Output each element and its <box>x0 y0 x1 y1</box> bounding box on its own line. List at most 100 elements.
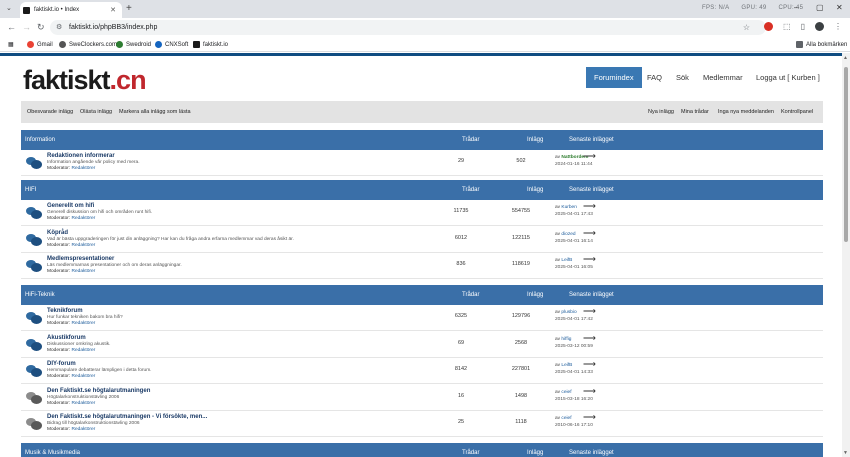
goto-last-post-arrow-icon[interactable]: ⟶ <box>583 201 596 212</box>
forward-arrow-icon[interactable]: → <box>22 22 31 32</box>
moderator-link[interactable]: Redaktörer <box>72 243 96 248</box>
bookmark-swedroid[interactable]: Swedroid <box>116 41 151 48</box>
link-control-panel[interactable]: Kontrollpanel <box>781 109 813 115</box>
forum-topic-count: 16 <box>457 392 465 399</box>
bookmark-cnxsoft[interactable]: CNXSoft <box>155 41 188 48</box>
last-post-user-link[interactable]: hiffig <box>561 337 571 342</box>
link-unanswered[interactable]: Obesvarade inlägg <box>27 109 73 115</box>
window-close-icon[interactable]: ✕ <box>836 3 843 12</box>
browser-menu-icon[interactable]: ⋮ <box>834 22 842 31</box>
forum-title-link[interactable]: Akustikforum <box>47 335 86 341</box>
last-post-date: 2015-03-18 16:20 <box>555 396 593 402</box>
site-header: faktiskt.cn Forumindex FAQ Sök Medlemmar… <box>21 56 823 102</box>
nav-members[interactable]: Medlemmar <box>703 67 743 88</box>
forum-description: Bidrag till högtalarkonstruktionstävling… <box>47 421 140 426</box>
goto-last-post-arrow-icon[interactable]: ⟶ <box>583 412 596 423</box>
forum-title-link[interactable]: Den Faktiskt.se högtalarutmaningen <box>47 388 150 394</box>
tab-close-icon[interactable]: ✕ <box>110 6 116 14</box>
tab-search-chevron-icon[interactable]: ⌄ <box>6 4 12 12</box>
bookmark-sweclockers[interactable]: SweClockers.com <box>59 41 117 48</box>
scroll-down-icon[interactable]: ▼ <box>843 450 848 456</box>
goto-last-post-arrow-icon[interactable]: ⟶ <box>583 254 596 265</box>
forum-title-link[interactable]: Redaktionen informerar <box>47 153 115 159</box>
moderator-link[interactable]: Redaktörer <box>72 166 96 171</box>
new-tab-plus-icon[interactable]: + <box>126 3 132 14</box>
col-posts-header: Inlägg <box>527 450 544 456</box>
reload-icon[interactable]: ↻ <box>37 22 45 33</box>
link-my-topics[interactable]: Mina trådar <box>681 109 709 115</box>
scroll-up-icon[interactable]: ▲ <box>843 55 848 61</box>
goto-last-post-arrow-icon[interactable]: ⟶ <box>583 151 596 162</box>
category-name[interactable]: Information <box>25 137 55 143</box>
moderator-link[interactable]: Redaktörer <box>72 269 96 274</box>
link-no-new-messages[interactable]: Inga nya meddelanden <box>718 109 774 115</box>
extensions-puzzle-icon[interactable]: ⬚ <box>783 22 791 31</box>
site-settings-icon[interactable]: ⚙ <box>56 20 62 35</box>
moderator-link[interactable]: Redaktörer <box>72 374 96 379</box>
moderator-link[interactable]: Redaktörer <box>72 427 96 432</box>
last-post-user-link[interactable]: LeifB <box>561 363 572 368</box>
nav-forumindex[interactable]: Forumindex <box>586 67 642 88</box>
bookmark-label: Swedroid <box>126 41 152 48</box>
last-post-user-link[interactable]: plusbio <box>561 310 576 315</box>
last-post-user-link[interactable]: LeifB <box>561 258 572 263</box>
forum-moderator: Moderator: Redaktörer <box>47 374 95 379</box>
last-post-user-link[interactable]: Kurben <box>561 205 576 210</box>
browser-tab-active[interactable]: faktiskt.io • Index ✕ <box>20 2 122 18</box>
link-new-posts[interactable]: Nya inlägg <box>648 109 674 115</box>
sidebar-panel-icon[interactable]: ▯ <box>801 22 805 31</box>
site-logo[interactable]: faktiskt.cn <box>23 65 147 96</box>
moderator-link[interactable]: Redaktörer <box>72 216 96 221</box>
forum-row: DIY-forum Hemmapulare debatterar lämplige… <box>21 358 823 384</box>
moderator-label: Moderator: <box>47 427 71 432</box>
last-post-by: av <box>555 416 561 421</box>
forum-moderator: Moderator: Redaktörer <box>47 243 95 248</box>
bookmark-star-icon[interactable]: ☆ <box>743 20 750 35</box>
apps-grid-icon[interactable]: ▦ <box>8 41 14 48</box>
nav-logout[interactable]: Logga ut [ Kurben ] <box>756 67 820 88</box>
goto-last-post-arrow-icon[interactable]: ⟶ <box>583 228 596 239</box>
category-name[interactable]: HIFI <box>25 187 36 193</box>
page-scrollbar[interactable]: ▲ ▼ <box>842 53 850 457</box>
last-post-author: av plusbio <box>555 310 577 315</box>
forum-topic-count: 6325 <box>454 313 468 319</box>
bookmark-faktiskt[interactable]: faktiskt.io <box>193 41 228 48</box>
forum-title-link[interactable]: Köpråd <box>47 230 68 236</box>
extension-record-icon[interactable] <box>764 22 773 31</box>
moderator-link[interactable]: Redaktörer <box>72 348 96 353</box>
forum-title-link[interactable]: Teknikforum <box>47 308 83 314</box>
category-name[interactable]: HiFi-Teknik <box>25 292 55 298</box>
bookmark-gmail[interactable]: Gmail <box>27 41 53 48</box>
link-mark-read[interactable]: Markera alla inlägg som lästa <box>119 109 191 115</box>
forum-title-link[interactable]: Den Faktiskt.se högtalarutmaningen - Vi … <box>47 414 207 420</box>
last-post-user-link[interactable]: ceief <box>561 390 571 395</box>
link-unread[interactable]: Olästa inlägg <box>80 109 112 115</box>
forum-title-link[interactable]: Medlemspresentationer <box>47 256 114 262</box>
minimize-icon[interactable]: – <box>794 3 798 12</box>
last-post-user-link[interactable]: diozed <box>561 232 575 237</box>
goto-last-post-arrow-icon[interactable]: ⟶ <box>583 333 596 344</box>
forum-moderator: Moderator: Redaktörer <box>47 216 95 221</box>
forum-moderator: Moderator: Redaktörer <box>47 348 95 353</box>
profile-avatar-icon[interactable] <box>814 22 824 31</box>
moderator-link[interactable]: Redaktörer <box>72 401 96 406</box>
nav-faq[interactable]: FAQ <box>647 67 662 88</box>
moderator-link[interactable]: Redaktörer <box>72 321 96 326</box>
last-post-user-link[interactable]: ceief <box>561 416 571 421</box>
scrollbar-thumb[interactable] <box>844 67 848 242</box>
moderator-label: Moderator: <box>47 400 71 406</box>
nav-search[interactable]: Sök <box>676 67 689 88</box>
browser-tab-strip: ⌄ faktiskt.io • Index ✕ + FPS: N/A GPU: … <box>0 0 850 18</box>
goto-last-post-arrow-icon[interactable]: ⟶ <box>583 386 596 397</box>
back-arrow-icon[interactable]: ← <box>7 22 16 32</box>
address-bar[interactable]: ⚙ faktiskt.io/phpBB3/index.php ☆ <box>50 20 766 35</box>
forum-title-link[interactable]: DIY-forum <box>47 361 76 367</box>
goto-last-post-arrow-icon[interactable]: ⟶ <box>583 359 596 370</box>
all-bookmarks[interactable]: Alla bokmärken <box>796 41 847 48</box>
forum-title-link[interactable]: Generellt om hifi <box>47 203 94 209</box>
goto-last-post-arrow-icon[interactable]: ⟶ <box>583 306 596 317</box>
maximize-icon[interactable]: ▢ <box>816 3 824 12</box>
category-name[interactable]: Musik & Musikmedia <box>25 450 80 456</box>
forum-description: Hur funkar tekniken bakom bra hifi? <box>47 315 123 320</box>
col-posts-header: Inlägg <box>527 292 544 298</box>
